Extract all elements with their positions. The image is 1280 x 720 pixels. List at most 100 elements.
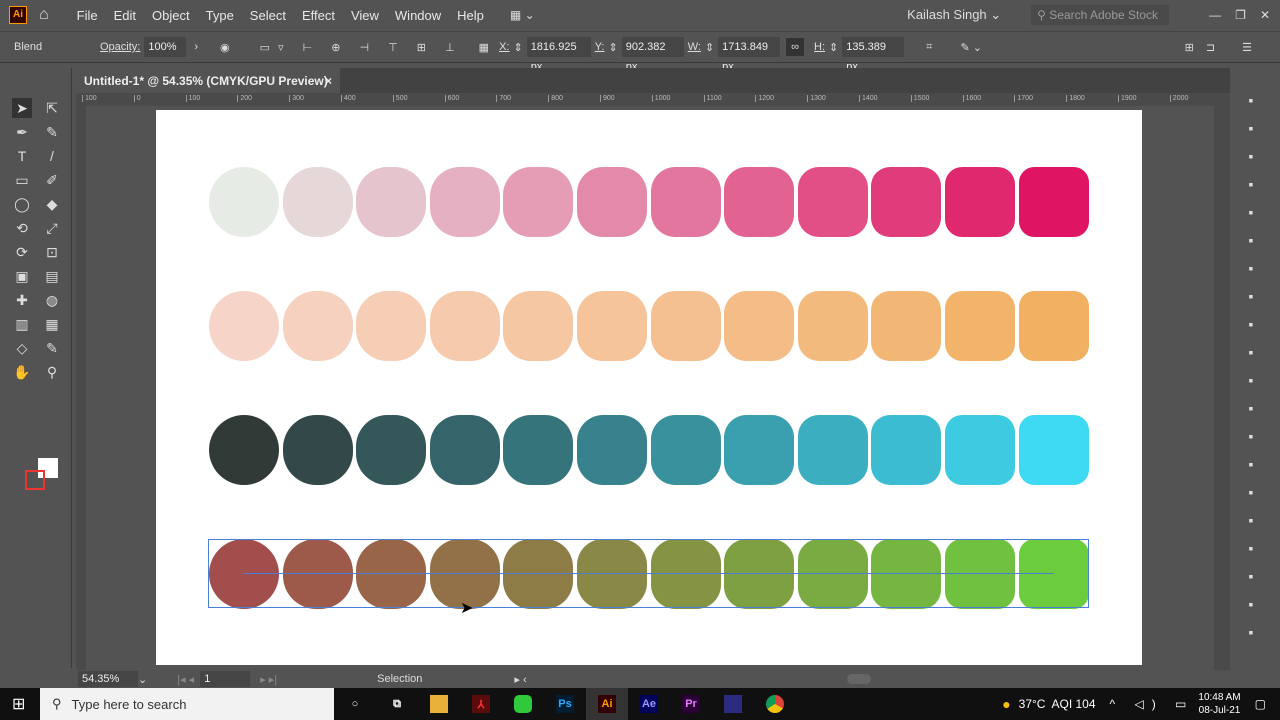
menu-object[interactable]: Object xyxy=(144,8,198,23)
h-stepper[interactable]: ⇕ xyxy=(829,41,838,54)
blend-swatch[interactable] xyxy=(429,415,500,485)
blend-swatch[interactable] xyxy=(1018,415,1089,485)
eraser-tool-icon[interactable]: ◆ xyxy=(42,194,62,214)
menu-view[interactable]: View xyxy=(343,8,387,23)
blend-swatch[interactable] xyxy=(282,291,353,361)
menu-help[interactable]: Help xyxy=(449,8,492,23)
appearance-panel-icon[interactable]: ▪ xyxy=(1241,398,1261,418)
clock[interactable]: 10:48 AM 08-Jul-21 xyxy=(1198,691,1240,717)
panel-options-icon[interactable]: ⊞⊐ ☰ xyxy=(1185,41,1264,54)
blend-swatch[interactable] xyxy=(429,291,500,361)
curvature-tool-icon[interactable]: ✎ xyxy=(42,122,62,142)
blend-swatch[interactable] xyxy=(650,291,721,361)
perspective-tool-icon[interactable]: ▤ xyxy=(42,266,62,286)
blend-swatch[interactable] xyxy=(577,167,647,237)
blend-swatch[interactable] xyxy=(503,291,574,361)
menu-type[interactable]: Type xyxy=(198,8,242,23)
blend-swatch[interactable] xyxy=(356,167,427,237)
x-field[interactable]: 1816.925 px xyxy=(526,37,591,73)
image-trace-panel-icon[interactable]: ▪ xyxy=(1241,510,1261,530)
type-tool-icon[interactable]: T xyxy=(12,146,32,166)
workspace-switcher[interactable]: ▦ ⌄ xyxy=(510,8,535,22)
after-effects-icon[interactable]: Ae xyxy=(628,688,670,720)
blend-swatch[interactable] xyxy=(871,415,942,485)
stroke-swatch[interactable] xyxy=(25,470,45,490)
libraries-panel-icon[interactable]: ▪ xyxy=(1241,622,1261,642)
blend-swatch[interactable] xyxy=(650,415,721,485)
blend-tool-icon[interactable]: ▦ xyxy=(42,314,62,334)
edit-icon[interactable]: ✎ ⌄ xyxy=(960,41,982,54)
user-menu[interactable]: Kailash Singh ⌄ xyxy=(907,7,1001,23)
symbols-panel-icon[interactable]: ▪ xyxy=(1241,286,1261,306)
blend-swatch[interactable] xyxy=(1018,291,1089,361)
gradient-tool-icon[interactable]: ◍ xyxy=(42,290,62,310)
stock-search-input[interactable]: ⚲ Search Adobe Stock xyxy=(1031,5,1170,25)
h-field[interactable]: 135.389 px xyxy=(842,37,905,73)
blend-swatch[interactable] xyxy=(503,167,574,237)
cortana-icon[interactable]: ○ xyxy=(334,688,376,720)
brushes-panel-icon[interactable]: ▪ xyxy=(1241,426,1261,446)
y-field[interactable]: 902.382 px xyxy=(621,37,684,73)
transform-icon[interactable]: ⌗ xyxy=(926,41,932,54)
shape-builder-tool-icon[interactable]: ▣ xyxy=(12,266,32,286)
artboard-nav-prev[interactable]: |◂ ◂ xyxy=(177,673,194,686)
zoom-field[interactable]: 54.35% xyxy=(78,671,138,687)
acrobat-icon[interactable]: ⅄ xyxy=(460,688,502,720)
blend-swatch[interactable] xyxy=(282,415,353,485)
shaper-tool-icon[interactable]: ◯ xyxy=(12,194,32,214)
document-tab[interactable]: Untitled-1* @ 54.35% (CMYK/GPU Preview) × xyxy=(76,68,340,93)
y-stepper[interactable]: ⇕ xyxy=(608,41,617,54)
layers-panel-icon[interactable]: ▪ xyxy=(1241,454,1261,474)
blend-swatch[interactable] xyxy=(724,415,795,485)
align-panel-icon[interactable]: ▪ xyxy=(1241,258,1261,278)
pen-tool-icon[interactable]: ✒ xyxy=(12,122,32,142)
blend-swatch[interactable] xyxy=(724,167,795,237)
transform-panel-icon[interactable]: ▪ xyxy=(1241,174,1261,194)
gradient-panel-icon[interactable]: ▪ xyxy=(1241,370,1261,390)
navigator-panel-icon[interactable]: ▪ xyxy=(1241,566,1261,586)
type-panel-icon[interactable]: ▪ xyxy=(1241,146,1261,166)
zoom-dropdown[interactable]: ⌄ xyxy=(138,673,147,686)
blend-swatch[interactable] xyxy=(945,291,1015,361)
paintbrush-tool-icon[interactable]: ✐ xyxy=(42,170,62,190)
free-transform-tool-icon[interactable]: ⊡ xyxy=(42,242,62,262)
menu-window[interactable]: Window xyxy=(387,8,449,23)
close-window-button[interactable]: ✕ xyxy=(1260,8,1270,22)
blend-swatch[interactable] xyxy=(577,291,647,361)
chrome-icon[interactable] xyxy=(754,688,796,720)
blend-swatch[interactable] xyxy=(945,415,1015,485)
graph-tool-icon[interactable]: ✎ xyxy=(42,338,62,358)
premiere-icon[interactable]: Pr xyxy=(670,688,712,720)
horizontal-scrollbar[interactable] xyxy=(846,674,871,684)
opacity-arrow[interactable]: › xyxy=(194,41,198,53)
artboard-nav-next[interactable]: ▸ ▸| xyxy=(260,673,277,686)
opentype-panel-icon[interactable]: ▪ xyxy=(1241,230,1261,250)
properties-panel-icon[interactable]: ▪ xyxy=(1241,90,1261,110)
blend-swatch[interactable] xyxy=(1018,167,1089,237)
puppet-panel-icon[interactable]: ▪ xyxy=(1241,314,1261,334)
blend-swatch[interactable] xyxy=(356,415,427,485)
align-icons[interactable]: ▭▿ ⊢ ⊕ ⊣ ⊤ ⊞ ⊥ xyxy=(260,41,463,54)
minimize-button[interactable]: — xyxy=(1209,8,1221,22)
notifications-icon[interactable]: ▢ xyxy=(1255,697,1266,711)
home-icon[interactable]: ⌂ xyxy=(39,6,49,24)
illustrator-icon[interactable]: Ai xyxy=(586,688,628,720)
status-menu-arrow[interactable]: ▸ ‹ xyxy=(514,673,526,686)
evernote-icon[interactable] xyxy=(502,688,544,720)
opacity-field[interactable]: 100% xyxy=(144,37,187,57)
blend-swatch[interactable] xyxy=(724,291,795,361)
artboard-field[interactable]: 1 xyxy=(200,671,251,687)
close-tab-icon[interactable]: × xyxy=(325,74,332,88)
menu-edit[interactable]: Edit xyxy=(106,8,144,23)
blend-swatch[interactable] xyxy=(577,415,647,485)
menu-select[interactable]: Select xyxy=(242,8,294,23)
blend-swatch[interactable] xyxy=(209,415,279,485)
recolor-icon[interactable]: ◉ xyxy=(220,41,230,54)
menu-effect[interactable]: Effect xyxy=(294,8,343,23)
blend-swatch[interactable] xyxy=(429,167,500,237)
blend-swatch[interactable] xyxy=(945,167,1015,237)
slice-tool-icon[interactable]: ⚲ xyxy=(42,362,62,382)
scale-tool-icon[interactable]: ⤢ xyxy=(42,218,62,238)
links-panel-icon[interactable]: ▪ xyxy=(1241,482,1261,502)
reference-point-icon[interactable]: ▦ xyxy=(479,41,489,54)
